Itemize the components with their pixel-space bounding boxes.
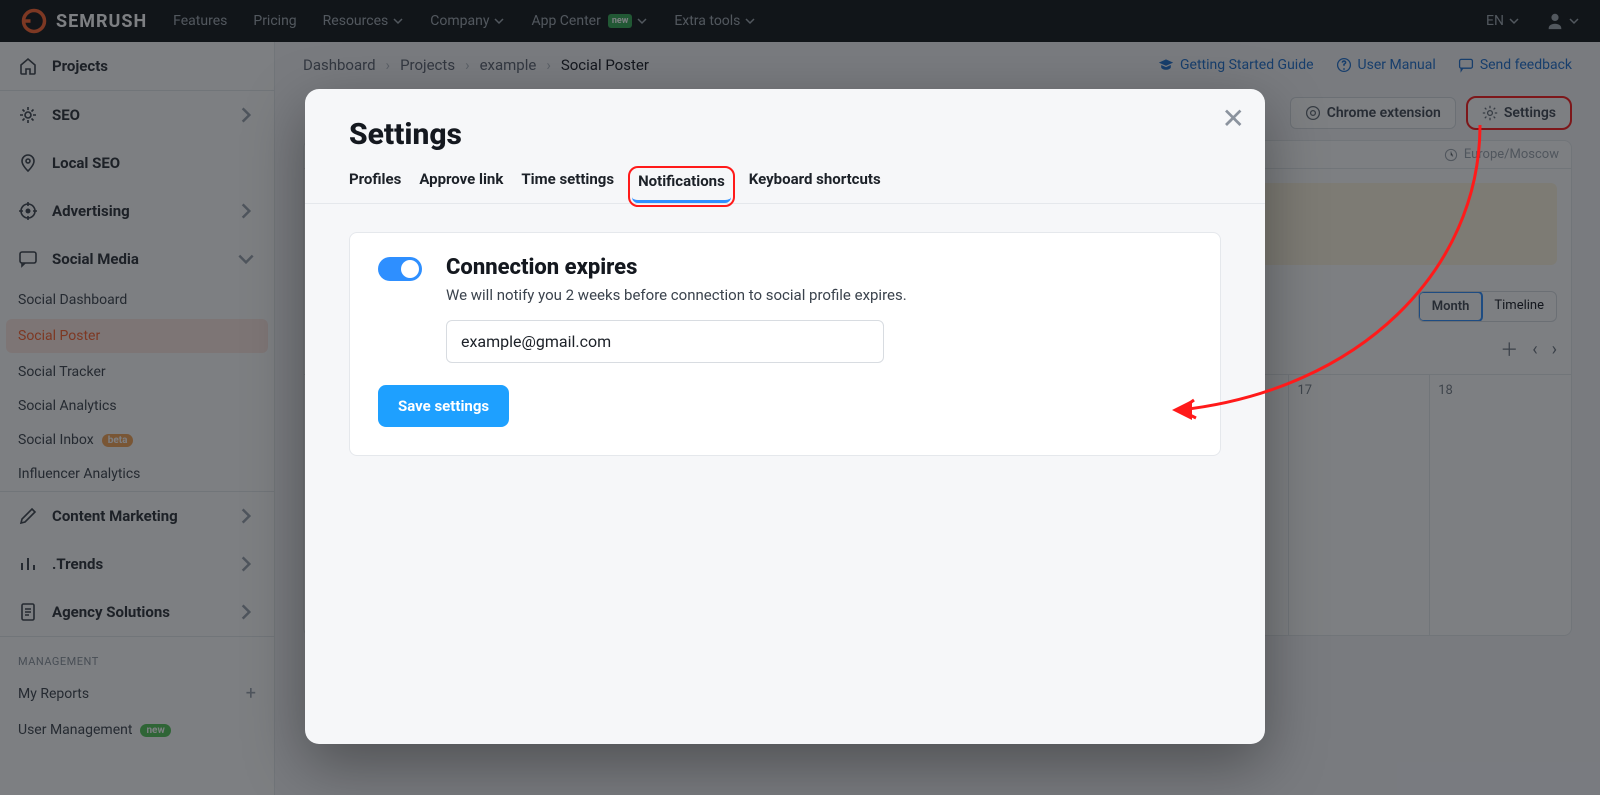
tab-time-settings[interactable]: Time settings (521, 170, 614, 203)
connection-expires-toggle[interactable] (378, 257, 422, 281)
modal-tabs: Profiles Approve link Time settings Noti… (305, 170, 1265, 204)
tab-approve-link[interactable]: Approve link (419, 170, 503, 203)
modal-title: Settings (349, 117, 1265, 152)
tab-keyboard-shortcuts[interactable]: Keyboard shortcuts (749, 170, 881, 203)
notifications-panel: Connection expires We will notify you 2 … (349, 232, 1221, 456)
notif-email-input[interactable] (446, 320, 884, 363)
notif-desc: We will notify you 2 weeks before connec… (446, 286, 1192, 304)
settings-modal: ✕ Settings Profiles Approve link Time se… (305, 89, 1265, 744)
notif-heading: Connection expires (446, 255, 1192, 280)
tab-notifications[interactable]: Notifications (632, 170, 731, 203)
close-icon[interactable]: ✕ (1222, 105, 1245, 133)
tab-profiles[interactable]: Profiles (349, 170, 401, 203)
save-settings-button[interactable]: Save settings (378, 385, 509, 427)
